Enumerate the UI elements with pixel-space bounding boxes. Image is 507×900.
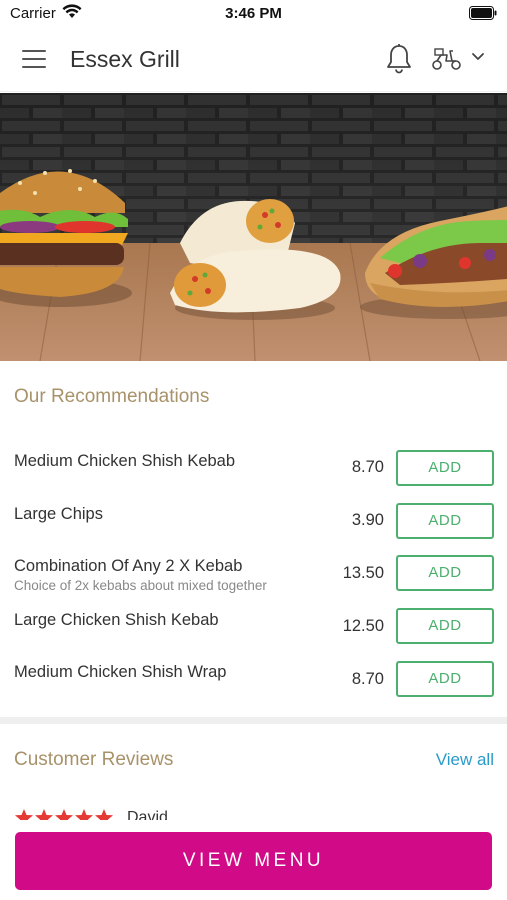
view-all-link[interactable]: View all [436,750,494,770]
app-header: Essex Grill [0,28,507,92]
reviews-title: Customer Reviews [14,749,174,770]
recommendations-title: Our Recommendations [14,386,210,407]
add-button[interactable]: ADD [396,450,494,486]
menu-item: Large Chips 3.90 ADD [0,503,507,555]
item-price: 8.70 [351,458,384,476]
menu-item: Medium Chicken Shish Kebab 8.70 ADD [0,450,507,502]
hero-image [0,93,507,361]
item-price: 12.50 [342,617,384,635]
status-bar: Carrier 3:46 PM [0,0,507,28]
item-name: Large Chicken Shish Kebab [14,611,219,629]
item-price: 3.90 [351,511,384,529]
item-price: 13.50 [342,564,384,582]
item-name: Medium Chicken Shish Kebab [14,452,236,470]
page-title: Essex Grill [70,46,180,72]
add-button[interactable]: ADD [396,503,494,539]
bell-icon[interactable] [385,43,413,75]
chevron-down-icon[interactable] [471,52,485,62]
battery-icon [469,6,497,20]
item-price: 8.70 [351,670,384,688]
view-menu-button[interactable]: VIEW MENU [15,832,492,890]
bottom-bar: VIEW MENU [0,820,507,900]
status-time: 3:46 PM [225,5,282,22]
menu-item: Combination Of Any 2 X Kebab Choice of 2… [0,555,507,607]
menu-item: Medium Chicken Shish Wrap 8.70 ADD [0,661,507,713]
menu-item: Large Chicken Shish Kebab 12.50 ADD [0,608,507,660]
scooter-icon[interactable] [431,47,463,71]
menu-icon[interactable] [22,48,48,70]
section-divider [0,717,507,724]
add-button[interactable]: ADD [396,555,494,591]
add-button[interactable]: ADD [396,661,494,697]
hero-food-illustration [0,93,507,361]
item-description: Choice of 2x kebabs about mixed together [14,578,267,593]
add-button[interactable]: ADD [396,608,494,644]
item-name: Combination Of Any 2 X Kebab [14,557,243,575]
item-name: Large Chips [14,505,103,523]
item-name: Medium Chicken Shish Wrap [14,663,227,681]
